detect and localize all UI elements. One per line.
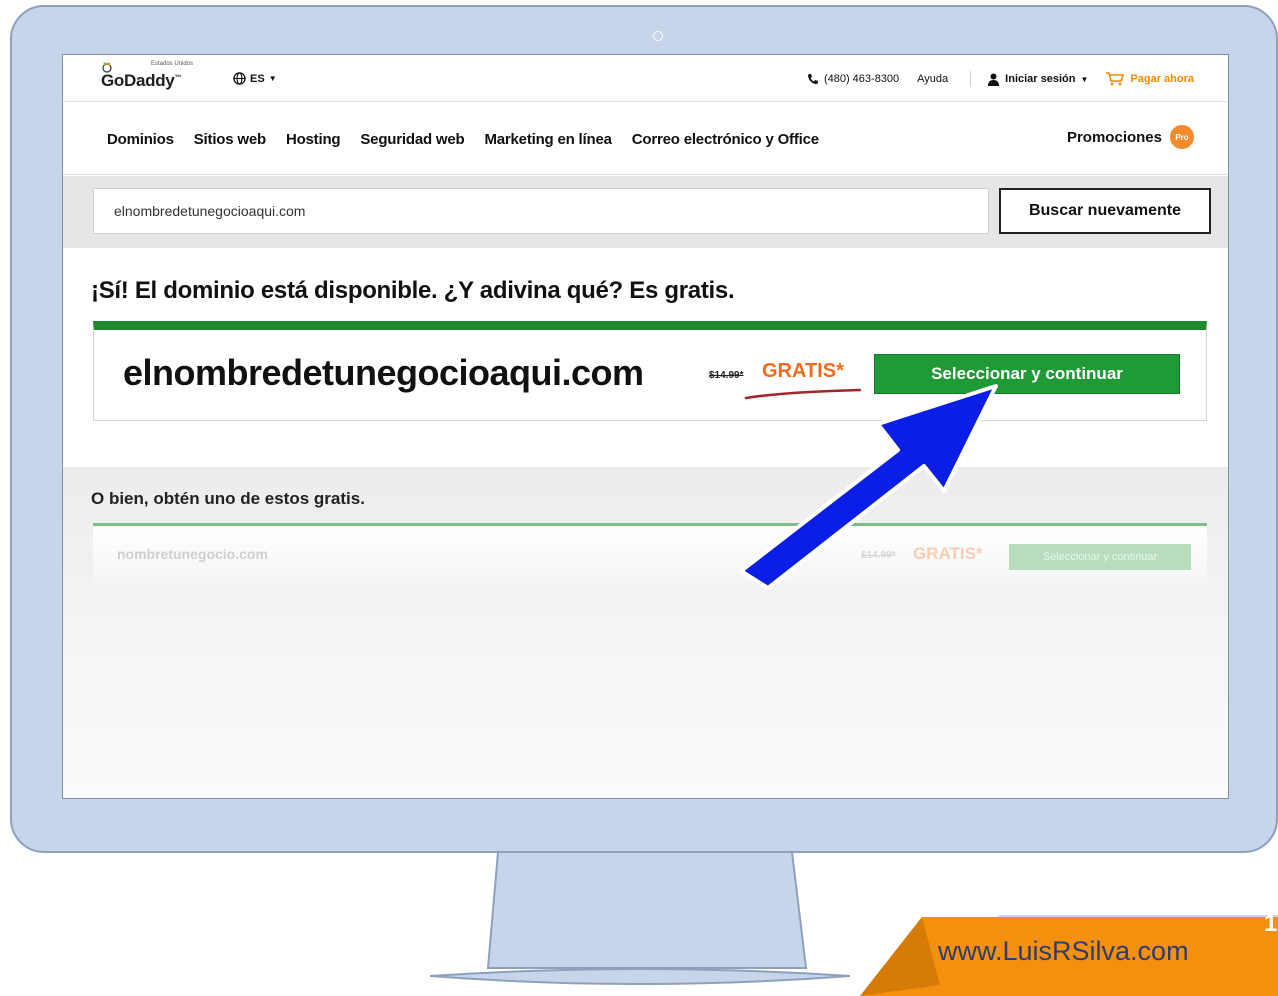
stage: Estados Unidos GoDaddy™ ES ▼ (480) 463-8… [0,0,1278,996]
page-number: 1 [1264,910,1278,937]
brand-url: www.LuisRSilva.com [938,936,1189,966]
arrow-annotation-icon [739,384,998,590]
